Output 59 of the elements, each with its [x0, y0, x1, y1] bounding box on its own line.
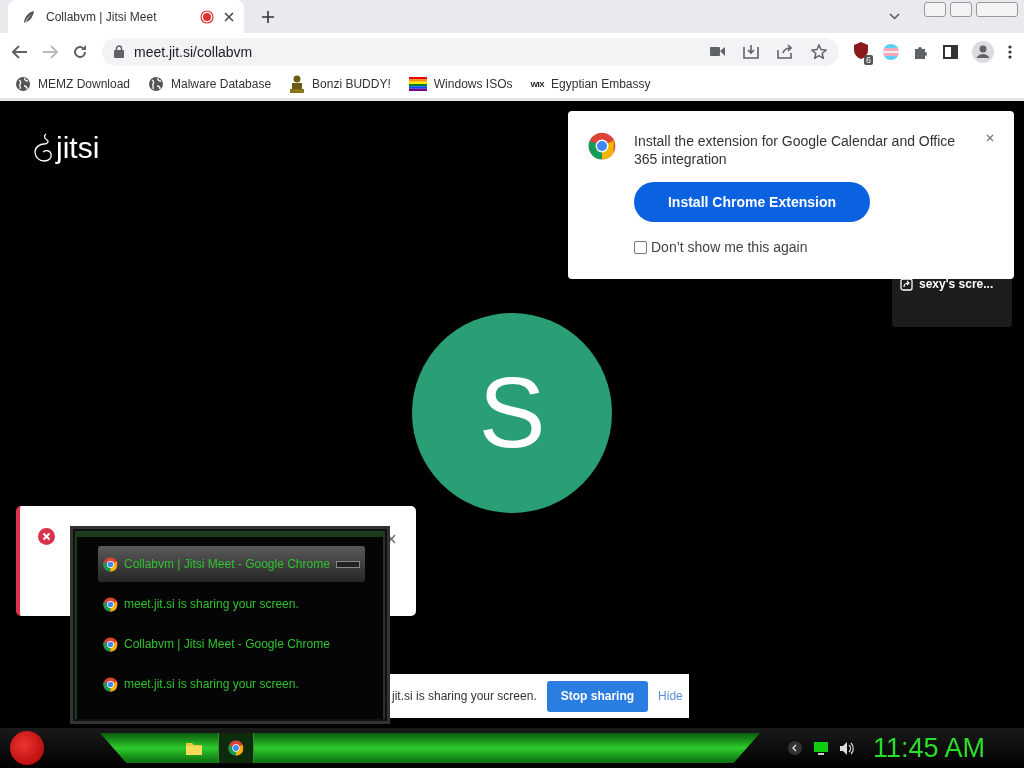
install-button[interactable]: Install Chrome Extension	[634, 182, 870, 222]
chrome-icon	[103, 676, 118, 692]
start-button[interactable]	[10, 731, 44, 765]
chrome-icon	[228, 740, 244, 756]
close-icon[interactable]	[224, 11, 234, 22]
reload-icon[interactable]	[72, 43, 88, 60]
taskbar-app[interactable]	[218, 731, 254, 765]
globe-icon	[15, 76, 31, 92]
logo-text: jitsi	[56, 131, 100, 165]
window-item[interactable]: meet.jit.si is sharing your screen.	[98, 586, 365, 622]
tile-label: sexy's scre...	[919, 277, 994, 291]
browser-tab[interactable]: Collabvm | Jitsi Meet	[8, 0, 244, 33]
figure-icon	[289, 75, 306, 93]
wordmark-icon: WIX	[530, 79, 545, 89]
minimize-button[interactable]	[924, 2, 946, 17]
profile-icon[interactable]	[972, 40, 994, 63]
bookmark-label[interactable]: MEMZ Download	[38, 77, 131, 91]
chrome-icon	[103, 596, 118, 612]
restore-button[interactable]	[950, 2, 972, 17]
window-item[interactable]: Collabvm | Jitsi Meet - Google Chrome	[98, 546, 365, 582]
logo-icon	[32, 132, 54, 164]
new-tab-icon[interactable]	[262, 10, 274, 23]
back-icon[interactable]	[12, 44, 28, 59]
chevron-icon[interactable]	[788, 741, 802, 755]
extension-badge: 6	[864, 55, 873, 65]
stop-sharing-button[interactable]: Stop sharing	[546, 680, 649, 712]
tab-title: Collabvm | Jitsi Meet	[46, 9, 158, 24]
window-item[interactable]: meet.jit.si is sharing your screen.	[98, 666, 365, 702]
lock-icon	[114, 45, 124, 58]
bookmark-label[interactable]: Bonzi BUDDY!	[312, 77, 391, 91]
bookmark-label[interactable]: Windows ISOs	[433, 77, 513, 91]
share-message: jit.si is sharing your screen.	[392, 689, 537, 703]
chrome-icon	[103, 556, 118, 572]
chrome-icon	[103, 636, 118, 652]
window-item[interactable]: Collabvm | Jitsi Meet - Google Chrome	[98, 626, 365, 662]
chevron-down-icon[interactable]	[889, 13, 900, 20]
address-bar[interactable]: meet.jit.si/collabvm	[102, 37, 839, 66]
close-button[interactable]	[976, 2, 1018, 17]
monitor-icon[interactable]	[814, 741, 828, 755]
bookmark-label[interactable]: Egyptian Embassy	[551, 77, 651, 91]
install-icon[interactable]	[743, 44, 759, 59]
checkbox[interactable]	[634, 240, 647, 254]
chrome-icon	[588, 132, 616, 160]
side-panel-icon[interactable]	[943, 44, 958, 59]
share-icon[interactable]	[777, 44, 793, 59]
star-icon[interactable]	[811, 44, 827, 59]
menu-icon[interactable]	[1008, 44, 1012, 59]
globe-icon	[148, 76, 165, 92]
clock: 11:45 AM	[873, 732, 986, 764]
avatar: S	[412, 312, 612, 513]
camera-icon[interactable]	[710, 46, 725, 57]
minimized-bar-icon	[336, 560, 360, 568]
speaker-icon[interactable]	[840, 741, 855, 755]
error-icon	[38, 528, 55, 545]
popup-message: Install the extension for Google Calendar and Office 365 integration	[634, 132, 957, 168]
checkbox-label: Don’t show me this again	[651, 239, 808, 255]
feather-icon	[22, 9, 36, 24]
rainbow-flag-icon	[408, 77, 427, 91]
bookmark-label[interactable]: Malware Database	[171, 77, 272, 91]
